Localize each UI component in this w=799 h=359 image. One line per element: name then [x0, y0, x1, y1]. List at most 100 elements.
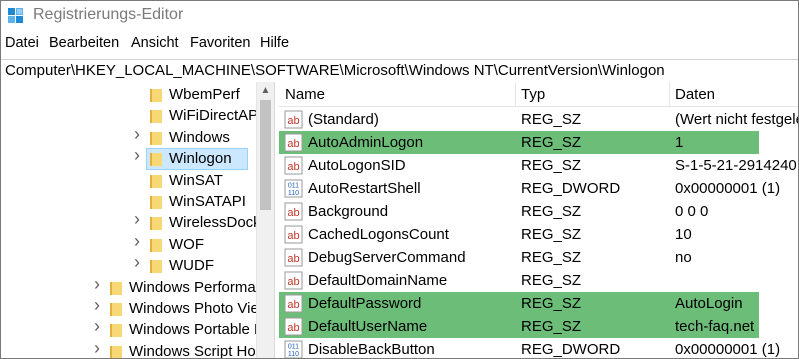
menu-favoriten[interactable]: Favoriten [190, 35, 250, 51]
tree-item-label: WirelessDocking [169, 214, 256, 232]
value-type: REG_SZ [521, 295, 582, 312]
value-row[interactable]: ab DebugServerCommand REG_SZ no [279, 246, 798, 269]
menu-ansicht[interactable]: Ansicht [131, 35, 179, 51]
folder-icon [150, 153, 162, 167]
value-name: DefaultUserName [308, 318, 428, 335]
tree-item[interactable]: › WOF [1, 232, 256, 256]
address-bar[interactable]: Computer\HKEY_LOCAL_MACHINE\SOFTWARE\Mic… [1, 59, 798, 83]
value-name: AutoLogonSID [308, 157, 406, 174]
column-header-type[interactable]: Typ [521, 86, 545, 103]
value-type: REG_SZ [521, 226, 582, 243]
svg-text:ab: ab [287, 138, 299, 150]
folder-icon [150, 217, 162, 231]
chevron-right-icon[interactable]: › [92, 339, 102, 357]
tree-item-label: WiFiDirectAPI [169, 107, 256, 125]
tree-item[interactable]: › Windows Script Host [1, 339, 256, 358]
folder-icon [110, 324, 122, 338]
value-name: AutoAdminLogon [308, 134, 424, 151]
string-value-icon: ab [284, 110, 303, 129]
menu-datei[interactable]: Datei [5, 35, 39, 51]
value-row[interactable]: ab (Standard) REG_SZ (Wert nicht festgelegt… [279, 108, 798, 131]
tree-item[interactable]: › Windows Performance [1, 275, 256, 299]
value-row[interactable]: ab DefaultPassword REG_SZ AutoLogin [279, 292, 759, 315]
tree-item[interactable]: WiFiDirectAPI [1, 105, 256, 127]
menu-hilfe[interactable]: Hilfe [260, 35, 289, 51]
chevron-right-icon[interactable]: › [92, 317, 102, 335]
tree-item-label: WinSAT [169, 171, 223, 189]
tree-item[interactable]: WbemPerf [1, 84, 256, 106]
scroll-up-arrow-icon[interactable]: ▲ [257, 82, 274, 99]
svg-text:011: 011 [288, 183, 299, 190]
value-type: REG_SZ [521, 272, 582, 289]
value-type: REG_SZ [521, 203, 582, 220]
string-value-icon: ab [284, 294, 303, 313]
string-value-icon: ab [284, 202, 303, 221]
string-value-icon: ab [284, 248, 303, 267]
value-name: DisableBackButton [308, 341, 435, 358]
column-divider[interactable] [515, 82, 516, 106]
folder-icon [150, 89, 162, 102]
column-divider[interactable] [669, 82, 670, 106]
chevron-right-icon[interactable]: › [132, 146, 142, 164]
value-name: Background [308, 203, 389, 220]
value-row[interactable]: ab Background REG_SZ 0 0 0 [279, 200, 798, 223]
value-row[interactable]: ab AutoAdminLogon REG_SZ 1 [279, 131, 759, 154]
svg-text:110: 110 [288, 190, 299, 197]
chevron-right-icon[interactable]: › [132, 125, 142, 143]
tree-item[interactable]: › Winlogon [1, 146, 256, 171]
address-path[interactable]: Computer\HKEY_LOCAL_MACHINE\SOFTWARE\Mic… [5, 62, 665, 79]
value-row[interactable]: ab DefaultUserName REG_SZ tech-faq.net [279, 315, 759, 338]
chevron-right-icon[interactable]: › [132, 210, 142, 228]
folder-icon [150, 131, 162, 145]
value-row[interactable]: 011 110 DisableBackButton REG_DWORD 0x000000… [279, 338, 798, 358]
chevron-right-icon[interactable]: › [92, 296, 102, 314]
string-value-icon: ab [284, 133, 303, 152]
tree-item-label: WinSATAPI [169, 193, 246, 210]
binary-value-icon: 011110 [284, 340, 303, 358]
tree-item-label: Windows Script Host [129, 342, 256, 358]
folder-icon [150, 110, 162, 124]
chevron-right-icon[interactable]: › [132, 232, 142, 250]
chevron-right-icon[interactable]: › [132, 253, 142, 271]
tree-item-label: WOF [169, 235, 204, 253]
string-value-icon: ab [284, 271, 303, 290]
tree-item-label: WUDF [169, 257, 214, 275]
svg-text:ab: ab [287, 115, 299, 127]
value-row[interactable]: ab DefaultDomainName REG_SZ [279, 269, 798, 292]
tree-item[interactable]: › Windows Portable Devices [1, 317, 256, 341]
string-value-icon: ab [284, 225, 303, 244]
value-row[interactable]: ab AutoLogonSID REG_SZ S-1-5-21-2914240 [279, 154, 798, 177]
folder-icon [110, 281, 122, 295]
column-header-data[interactable]: Daten [675, 86, 715, 103]
regedit-app-icon [8, 8, 23, 23]
scroll-thumb[interactable] [260, 100, 271, 210]
tree-item[interactable]: WinSAT [1, 170, 256, 192]
tree-item[interactable]: › Windows Photo Viewer [1, 296, 256, 320]
value-data: no [675, 249, 692, 266]
menu-bearbeiten[interactable]: Bearbeiten [49, 35, 119, 51]
title-bar: Registrierungs-Editor [1, 1, 798, 31]
column-header-name[interactable]: Name [285, 86, 325, 103]
tree-item[interactable]: › WirelessDocking [1, 210, 256, 234]
tree-item-label: WbemPerf [169, 86, 240, 103]
string-value-icon: ab [284, 317, 303, 336]
svg-text:ab: ab [287, 230, 299, 242]
folder-icon [110, 345, 122, 358]
value-row[interactable]: 011 110 AutoRestartShell REG_DWORD 0x0000000… [279, 177, 798, 200]
tree-item[interactable]: WinSATAPI [1, 191, 256, 213]
value-type: REG_DWORD [521, 180, 621, 197]
tree-item[interactable]: › WUDF [1, 253, 256, 277]
value-name: DefaultPassword [308, 295, 422, 312]
folder-icon [150, 174, 162, 188]
value-name: (Standard) [308, 111, 379, 128]
value-data: S-1-5-21-2914240 [675, 157, 797, 174]
tree-item-label: Windows Performance [129, 278, 256, 296]
tree-item[interactable]: › Windows [1, 125, 256, 149]
svg-text:110: 110 [288, 351, 299, 358]
value-type: REG_SZ [521, 249, 582, 266]
value-row[interactable]: ab CachedLogonsCount REG_SZ 10 [279, 223, 798, 246]
folder-icon [150, 196, 162, 209]
chevron-right-icon[interactable]: › [92, 275, 102, 293]
tree-scrollbar[interactable]: ▲ [256, 82, 274, 358]
value-name: CachedLogonsCount [308, 226, 449, 243]
